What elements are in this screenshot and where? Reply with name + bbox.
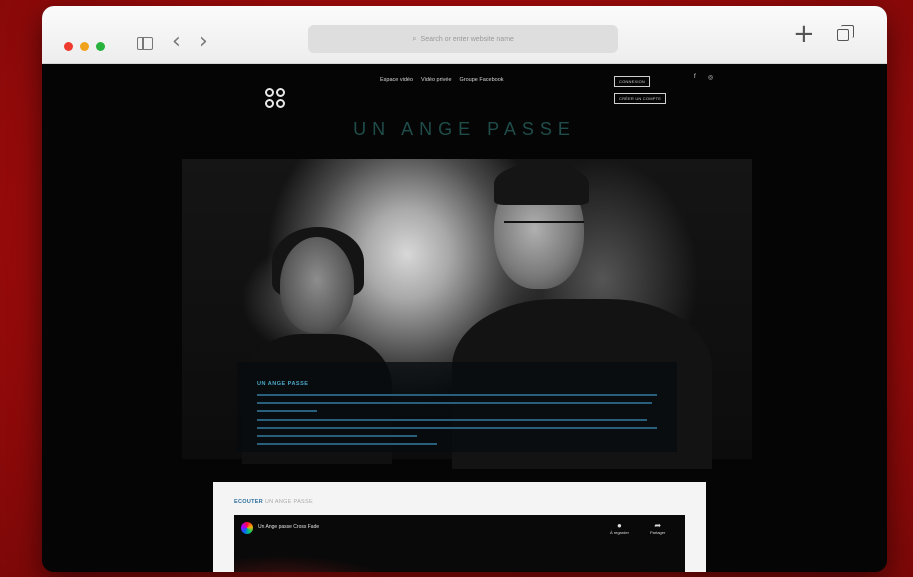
about-text-line	[257, 410, 317, 412]
about-panel: UN ANGE PASSE	[237, 362, 677, 452]
site-logo[interactable]	[264, 86, 288, 112]
nav-link-private-video[interactable]: Vidéo privée	[421, 77, 451, 83]
about-text-line	[257, 443, 437, 445]
about-text-line	[257, 435, 417, 437]
address-bar-placeholder: Search or enter website name	[420, 35, 514, 43]
video-title[interactable]: Un Ange passe Cross Fade	[258, 524, 319, 530]
create-account-button[interactable]: CRÉER UN COMPTE	[614, 93, 667, 104]
close-window-button[interactable]	[64, 42, 73, 51]
tab-overview-icon[interactable]	[837, 25, 854, 41]
website: Espace vidéo Vidéo privée Groupe Faceboo…	[42, 64, 887, 572]
back-icon[interactable]: ‹	[172, 31, 181, 53]
video-player[interactable]: Un Ange passe Cross Fade ● À regarder ➦ …	[234, 515, 685, 572]
hero-title: UN ANGE PASSE	[353, 119, 576, 139]
browser-toolbar: ‹ › ⌕ Search or enter website name +	[42, 6, 887, 64]
listen-card: ECOUTER UN ANGE PASSE Un Ange passe Cros…	[213, 482, 706, 572]
about-text-line	[257, 427, 657, 429]
facebook-icon[interactable]: f	[694, 74, 696, 80]
about-text-line	[257, 419, 647, 421]
about-title: UN ANGE PASSE	[257, 381, 309, 387]
sidebar-toggle-icon[interactable]	[137, 37, 153, 50]
clock-icon: ●	[617, 521, 622, 530]
listen-title: ECOUTER UN ANGE PASSE	[234, 499, 313, 505]
share-icon: ➦	[654, 521, 662, 530]
about-text-line	[257, 402, 652, 404]
minimize-window-button[interactable]	[80, 42, 89, 51]
address-bar[interactable]: ⌕ Search or enter website name	[308, 25, 618, 53]
channel-avatar[interactable]	[241, 522, 253, 534]
forward-icon[interactable]: ›	[199, 31, 208, 53]
watch-later-button[interactable]: ● À regarder	[610, 521, 629, 535]
instagram-icon[interactable]: ◎	[708, 74, 713, 81]
browser-window: ‹ › ⌕ Search or enter website name + Esp…	[42, 6, 887, 572]
maximize-window-button[interactable]	[96, 42, 105, 51]
about-text-line	[257, 394, 657, 396]
new-tab-icon[interactable]: +	[793, 19, 815, 49]
site-nav: Espace vidéo Vidéo privée Groupe Faceboo…	[380, 77, 504, 83]
nav-link-video-space[interactable]: Espace vidéo	[380, 77, 413, 83]
search-icon: ⌕	[412, 34, 417, 43]
nav-link-facebook-group[interactable]: Groupe Facebook	[460, 77, 504, 83]
login-button[interactable]: CONNEXION	[614, 76, 651, 87]
share-button[interactable]: ➦ Partager	[650, 521, 665, 535]
